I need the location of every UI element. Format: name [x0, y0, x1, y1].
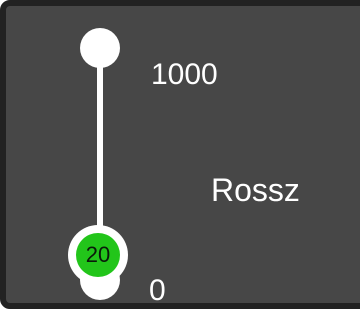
slider-min-label: 0	[149, 274, 166, 307]
rating-label: Rossz	[211, 172, 300, 208]
slider-thumb[interactable]: 20	[68, 225, 128, 286]
slider-max-endpoint	[80, 28, 120, 68]
slider-panel: 20 1000 0 Rossz	[0, 0, 360, 309]
slider-value: 20	[76, 233, 120, 278]
slider-max-label: 1000	[151, 58, 218, 91]
